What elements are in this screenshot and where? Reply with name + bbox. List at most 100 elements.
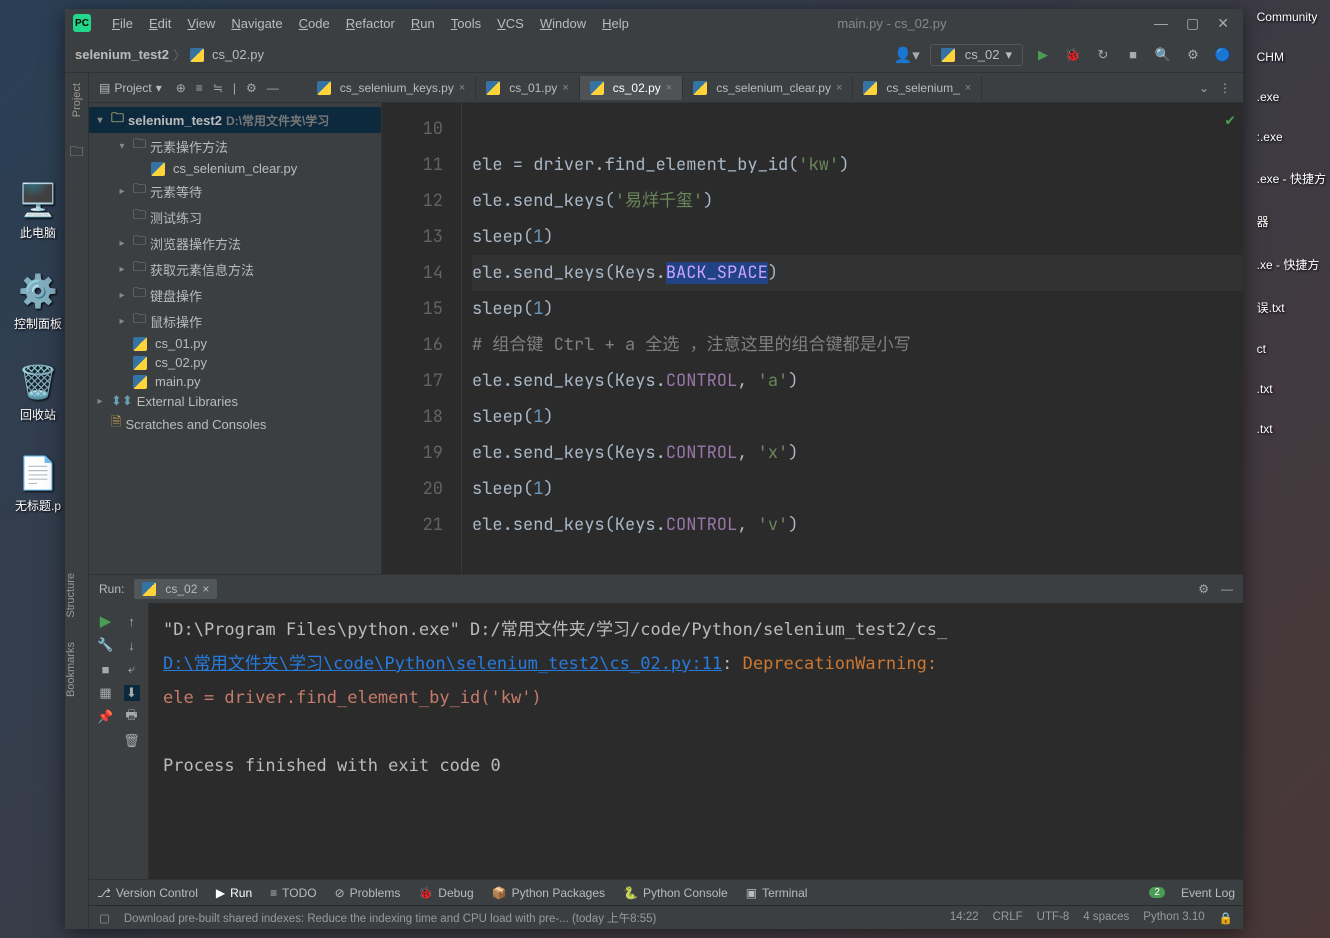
scroll-icon[interactable]: ⬇ — [124, 685, 140, 701]
tool-problems[interactable]: ⊘Problems — [335, 886, 401, 900]
layout-icon[interactable]: ▦ — [98, 685, 114, 701]
close-icon[interactable]: × — [836, 82, 842, 94]
tree-item[interactable]: cs_01.py — [89, 334, 381, 353]
code-line[interactable]: sleep(1) — [472, 399, 1243, 435]
hide-icon[interactable]: — — [1221, 582, 1233, 596]
ide-avatar-icon[interactable]: 🔵 — [1213, 45, 1233, 65]
close-button[interactable]: ✕ — [1217, 15, 1229, 32]
pin-icon[interactable]: 📌 — [98, 709, 114, 725]
inspection-ok-icon[interactable]: ✔ — [1225, 109, 1235, 130]
code-line[interactable] — [472, 111, 1243, 147]
console-output[interactable]: "D:\Program Files\python.exe" D:/常用文件夹/学… — [149, 603, 1243, 879]
desktop-icon[interactable]: 📄无标题.p — [8, 453, 68, 514]
run-button[interactable]: ▶ — [1033, 45, 1053, 65]
menu-file[interactable]: File — [105, 13, 140, 34]
close-icon[interactable]: × — [562, 82, 568, 94]
minimize-button[interactable]: — — [1154, 15, 1168, 32]
search-icon[interactable]: 🔍 — [1153, 45, 1173, 65]
more-icon[interactable]: ⋮ — [1219, 81, 1231, 95]
project-tree[interactable]: ▾🗀 selenium_test2 D:\常用文件夹\学习▾🗀 元素操作方法 c… — [89, 103, 382, 574]
breadcrumb-file[interactable]: cs_02.py — [212, 47, 264, 62]
collapse-icon[interactable]: ≒ — [213, 81, 223, 95]
tree-item[interactable]: cs_selenium_clear.py — [89, 159, 381, 178]
menu-window[interactable]: Window — [533, 13, 593, 34]
close-icon[interactable]: × — [965, 82, 971, 94]
status-item[interactable]: UTF-8 — [1037, 911, 1070, 925]
close-icon[interactable]: × — [202, 582, 209, 596]
menu-refactor[interactable]: Refactor — [339, 13, 402, 34]
tool-todo[interactable]: ≡TODO — [270, 886, 316, 900]
rerun-button[interactable]: ▶ — [98, 613, 114, 629]
desktop-icon[interactable]: 🖥️此电脑 — [8, 180, 68, 241]
stop-icon[interactable]: ■ — [98, 661, 114, 677]
gear-icon[interactable]: ⚙ — [246, 81, 257, 95]
maximize-button[interactable]: ▢ — [1186, 15, 1199, 32]
settings-icon[interactable]: ⚙ — [1183, 45, 1203, 65]
menu-edit[interactable]: Edit — [142, 13, 178, 34]
editor-tab[interactable]: cs_02.py× — [580, 76, 683, 100]
code-line[interactable]: sleep(1) — [472, 219, 1243, 255]
wrap-icon[interactable]: ⤶ — [124, 661, 140, 677]
tool-python-console[interactable]: 🐍Python Console — [623, 886, 728, 900]
code-line[interactable]: sleep(1) — [472, 291, 1243, 327]
trash-icon[interactable]: 🗑 — [124, 733, 140, 749]
desktop-icon[interactable]: ⚙️控制面板 — [8, 271, 68, 332]
chevron-down-icon[interactable]: ⌄ — [1199, 81, 1209, 95]
menu-vcs[interactable]: VCS — [490, 13, 531, 34]
expand-icon[interactable]: ≡ — [196, 81, 203, 95]
up-icon[interactable]: ↑ — [124, 613, 140, 629]
status-item[interactable]: Python 3.10 — [1143, 911, 1204, 925]
menu-navigate[interactable]: Navigate — [224, 13, 289, 34]
debug-button[interactable]: 🐞 — [1063, 45, 1083, 65]
code-editor[interactable]: ✔ 101112131415161718192021 ele = driver.… — [382, 103, 1243, 574]
close-icon[interactable]: × — [666, 82, 672, 94]
code-line[interactable]: ele.send_keys(Keys.CONTROL, 'x') — [472, 435, 1243, 471]
print-icon[interactable]: 🖶 — [124, 709, 140, 725]
code-line[interactable]: ele.send_keys(Keys.CONTROL, 'a') — [472, 363, 1243, 399]
tool-version-control[interactable]: ⎇Version Control — [97, 886, 198, 900]
menu-help[interactable]: Help — [595, 13, 636, 34]
tree-item[interactable]: main.py — [89, 372, 381, 391]
stop-button[interactable]: ■ — [1123, 45, 1143, 65]
tool-run[interactable]: ▶Run — [216, 886, 252, 900]
menu-view[interactable]: View — [180, 13, 222, 34]
status-item[interactable]: 14:22 — [950, 911, 979, 925]
tree-item[interactable]: cs_02.py — [89, 353, 381, 372]
run-tab[interactable]: cs_02 × — [134, 579, 217, 599]
code-line[interactable]: ele.send_keys('易烊千玺') — [472, 183, 1243, 219]
tool-terminal[interactable]: ▣Terminal — [746, 886, 808, 900]
tree-root[interactable]: ▾🗀 selenium_test2 D:\常用文件夹\学习 — [89, 107, 381, 133]
status-icon[interactable]: ▢ — [99, 911, 110, 925]
tree-item[interactable]: ▸🗀 键盘操作 — [89, 282, 381, 308]
breadcrumb-project[interactable]: selenium_test2 — [75, 47, 169, 62]
event-log-button[interactable]: Event Log — [1181, 886, 1235, 900]
editor-tab[interactable]: cs_selenium_× — [853, 76, 982, 100]
close-icon[interactable]: × — [459, 82, 465, 94]
wrench-icon[interactable]: 🔧 — [98, 637, 114, 653]
code-line[interactable]: sleep(1) — [472, 471, 1243, 507]
project-dropdown[interactable]: ▤Project▾ — [93, 81, 168, 95]
editor-tab[interactable]: cs_01.py× — [476, 76, 579, 100]
tree-item[interactable]: ▸🗀 浏览器操作方法 — [89, 230, 381, 256]
lock-icon[interactable]: 🔒 — [1219, 911, 1233, 925]
tree-item[interactable]: ▸🗀 元素等待 — [89, 178, 381, 204]
coverage-button[interactable]: ↻ — [1093, 45, 1113, 65]
run-config-selector[interactable]: cs_02 ▾ — [930, 44, 1023, 66]
desktop-icon[interactable]: 🗑️回收站 — [8, 362, 68, 423]
tool-bookmarks[interactable]: Bookmarks — [65, 638, 89, 701]
tree-item[interactable]: ▾🗀 元素操作方法 — [89, 133, 381, 159]
tool-debug[interactable]: 🐞Debug — [418, 886, 473, 900]
menu-run[interactable]: Run — [404, 13, 442, 34]
status-item[interactable]: CRLF — [993, 911, 1023, 925]
code-line[interactable]: ele = driver.find_element_by_id('kw') — [472, 147, 1243, 183]
code-line[interactable]: ele.send_keys(Keys.CONTROL, 'v') — [472, 507, 1243, 543]
gear-icon[interactable]: ⚙ — [1198, 582, 1209, 596]
hide-icon[interactable]: — — [267, 81, 279, 95]
menu-code[interactable]: Code — [292, 13, 337, 34]
tree-item[interactable]: ▸🗀 鼠标操作 — [89, 308, 381, 334]
status-item[interactable]: 4 spaces — [1083, 911, 1129, 925]
tool-python-packages[interactable]: 📦Python Packages — [492, 886, 605, 900]
code-line[interactable]: ele.send_keys(Keys.BACK_SPACE) — [472, 255, 1243, 291]
editor-tab[interactable]: cs_selenium_clear.py× — [683, 76, 853, 100]
folder-icon[interactable]: 🗀 — [70, 141, 84, 165]
